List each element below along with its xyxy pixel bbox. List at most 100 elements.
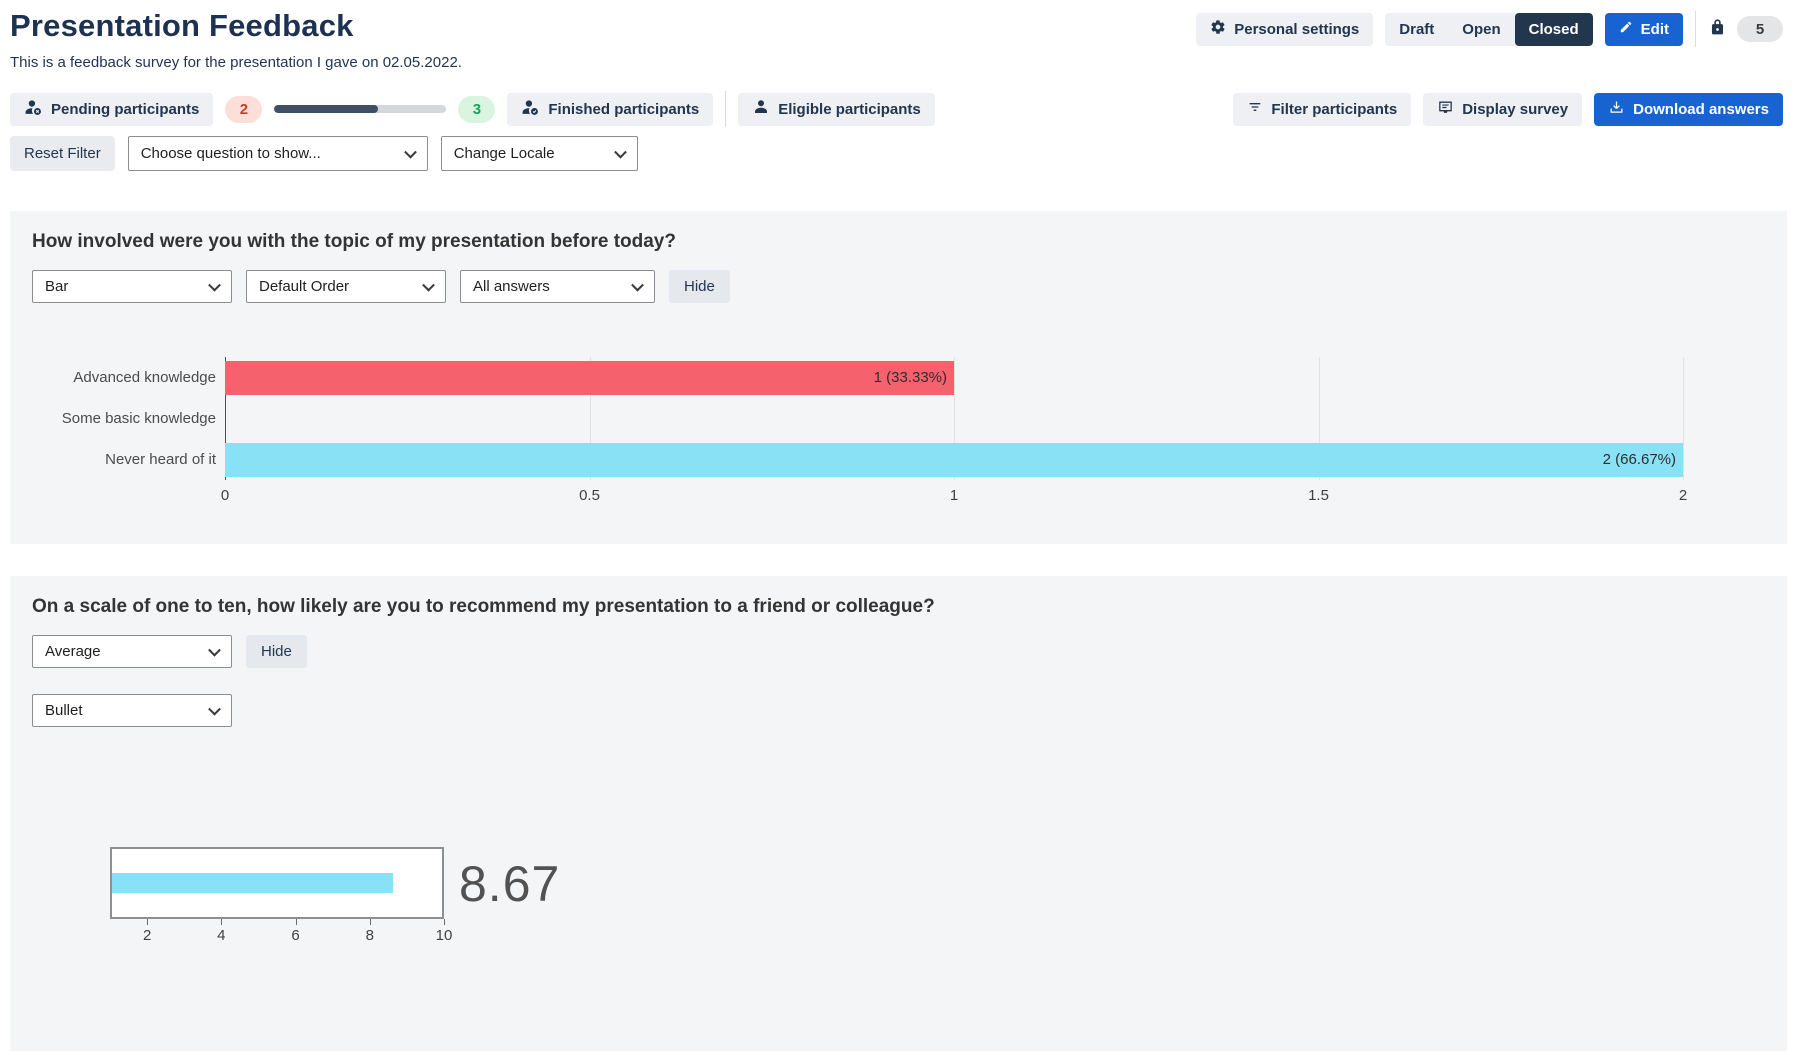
- bullet-tick-mark: [444, 919, 445, 925]
- category-label: Some basic knowledge: [32, 398, 216, 439]
- bullet-tick-mark: [296, 919, 297, 925]
- participants-divider: [725, 91, 726, 127]
- x-tick-label: 0.5: [579, 487, 600, 504]
- finished-participants-button[interactable]: Finished participants: [507, 93, 713, 126]
- topbar-actions: Personal settings Draft Open Closed Edit…: [1196, 8, 1783, 47]
- chart-type-select[interactable]: Bar: [32, 270, 232, 303]
- answers-select[interactable]: All answers: [460, 270, 655, 303]
- lock-count-badge: 5: [1737, 16, 1783, 42]
- locale-select-wrap: Change Locale: [441, 136, 638, 171]
- personal-settings-label: Personal settings: [1234, 21, 1359, 38]
- pending-participants-label: Pending participants: [51, 101, 199, 118]
- category-label: Advanced knowledge: [32, 357, 216, 398]
- reset-filter-button[interactable]: Reset Filter: [10, 136, 115, 171]
- filter-participants-button[interactable]: Filter participants: [1233, 93, 1411, 126]
- bar: 2 (66.67%): [225, 443, 1683, 477]
- category-label: Never heard of it: [32, 439, 216, 480]
- bullet-type-select[interactable]: Bullet: [32, 694, 232, 727]
- participants-row: Pending participants 2 3 Finished partic…: [0, 91, 1797, 127]
- bullet-type-select-wrap: Bullet: [32, 694, 232, 727]
- bullet-chart-left: 246810: [110, 847, 444, 949]
- status-tab-draft[interactable]: Draft: [1385, 13, 1448, 46]
- bar-chart-x-axis: 00.511.52: [225, 480, 1683, 506]
- filter-participants-label: Filter participants: [1271, 101, 1397, 118]
- finished-count-badge: 3: [458, 96, 495, 123]
- lock-status: 5: [1708, 16, 1783, 42]
- aggregate-select[interactable]: Average: [32, 635, 232, 668]
- question2-controls-row1: Average Hide: [32, 635, 1765, 668]
- hide-question2-button[interactable]: Hide: [246, 635, 307, 668]
- eligible-participants-label: Eligible participants: [778, 101, 921, 118]
- pending-count-badge: 2: [225, 96, 262, 123]
- question2-title: On a scale of one to ten, how likely are…: [32, 596, 1765, 618]
- bullet-axis: 246810: [110, 919, 444, 949]
- bar-chart-plot-wrap: 1 (33.33%)2 (66.67%) 00.511.52: [225, 357, 1683, 506]
- edit-button[interactable]: Edit: [1605, 13, 1683, 46]
- hide-question1-button[interactable]: Hide: [669, 270, 730, 303]
- bar-row: [225, 398, 1683, 439]
- person-x-icon: [24, 98, 43, 121]
- display-survey-button[interactable]: Display survey: [1423, 93, 1582, 126]
- survey-results-page: Presentation Feedback This is a feedback…: [0, 0, 1797, 1055]
- question1-controls: Bar Default Order All answers Hide: [32, 270, 1765, 303]
- x-tick-label: 1: [950, 487, 958, 504]
- lock-icon: [1708, 17, 1727, 41]
- pending-participants-button[interactable]: Pending participants: [10, 93, 213, 126]
- person-icon: [752, 98, 770, 120]
- bar-value-label: 2 (66.67%): [1603, 451, 1676, 468]
- x-tick-label: 2: [1679, 487, 1687, 504]
- x-tick-label: 0: [221, 487, 229, 504]
- question1-title: How involved were you with the topic of …: [32, 231, 1765, 253]
- x-tick-label: 1.5: [1308, 487, 1329, 504]
- bar: 1 (33.33%): [225, 361, 954, 395]
- status-segmented-control: Draft Open Closed: [1385, 13, 1592, 46]
- bullet-tick-label: 8: [366, 927, 374, 944]
- title-block: Presentation Feedback This is a feedback…: [10, 8, 462, 71]
- bar-chart-categories: Advanced knowledgeSome basic knowledgeNe…: [32, 357, 225, 506]
- question2-card: On a scale of one to ten, how likely are…: [10, 576, 1787, 1051]
- pencil-icon: [1619, 20, 1633, 38]
- topbar: Presentation Feedback This is a feedback…: [0, 0, 1797, 71]
- page-subtitle: This is a feedback survey for the presen…: [10, 54, 462, 71]
- download-answers-label: Download answers: [1633, 101, 1769, 118]
- finished-participants-label: Finished participants: [548, 101, 699, 118]
- question2-controls-row2: Bullet: [32, 694, 1765, 727]
- change-locale-select[interactable]: Change Locale: [441, 136, 638, 171]
- topbar-divider: [1695, 11, 1696, 47]
- bullet-tick-mark: [370, 919, 371, 925]
- display-icon: [1437, 99, 1454, 120]
- participants-left: Pending participants 2 3 Finished partic…: [10, 91, 935, 127]
- participants-right: Filter participants Display survey Downl…: [1233, 93, 1783, 126]
- bullet-chart: 246810 8.67: [110, 847, 1765, 949]
- filter-icon: [1247, 99, 1263, 119]
- answers-select-wrap: All answers: [460, 270, 655, 303]
- bullet-tick-label: 10: [436, 927, 453, 944]
- display-survey-label: Display survey: [1462, 101, 1568, 118]
- personal-settings-button[interactable]: Personal settings: [1196, 13, 1373, 46]
- edit-label: Edit: [1641, 21, 1669, 38]
- bar-row: 2 (66.67%): [225, 439, 1683, 480]
- order-select[interactable]: Default Order: [246, 270, 446, 303]
- person-check-icon: [521, 98, 540, 121]
- download-answers-button[interactable]: Download answers: [1594, 93, 1783, 126]
- question-select-wrap: Choose question to show...: [128, 136, 428, 171]
- eligible-participants-button[interactable]: Eligible participants: [738, 93, 935, 126]
- bar-value-label: 1 (33.33%): [874, 369, 947, 386]
- bullet-bar: [112, 873, 393, 893]
- bar-chart-plot: 1 (33.33%) 2 (66.67%): [225, 357, 1683, 480]
- gridline: [1683, 357, 1684, 480]
- filter-row: Reset Filter Choose question to show... …: [0, 136, 1797, 171]
- bullet-tick-mark: [147, 919, 148, 925]
- gear-icon: [1210, 19, 1226, 39]
- bullet-tick-label: 2: [143, 927, 151, 944]
- bullet-tick-label: 6: [291, 927, 299, 944]
- aggregate-select-wrap: Average: [32, 635, 232, 668]
- participants-progress-bar: [274, 105, 446, 113]
- bullet-chart-box: [110, 847, 444, 919]
- download-icon: [1608, 99, 1625, 120]
- bullet-tick-mark: [221, 919, 222, 925]
- choose-question-select[interactable]: Choose question to show...: [128, 136, 428, 171]
- status-tab-closed[interactable]: Closed: [1515, 13, 1593, 46]
- status-tab-open[interactable]: Open: [1448, 13, 1514, 46]
- bar-row: 1 (33.33%): [225, 357, 1683, 398]
